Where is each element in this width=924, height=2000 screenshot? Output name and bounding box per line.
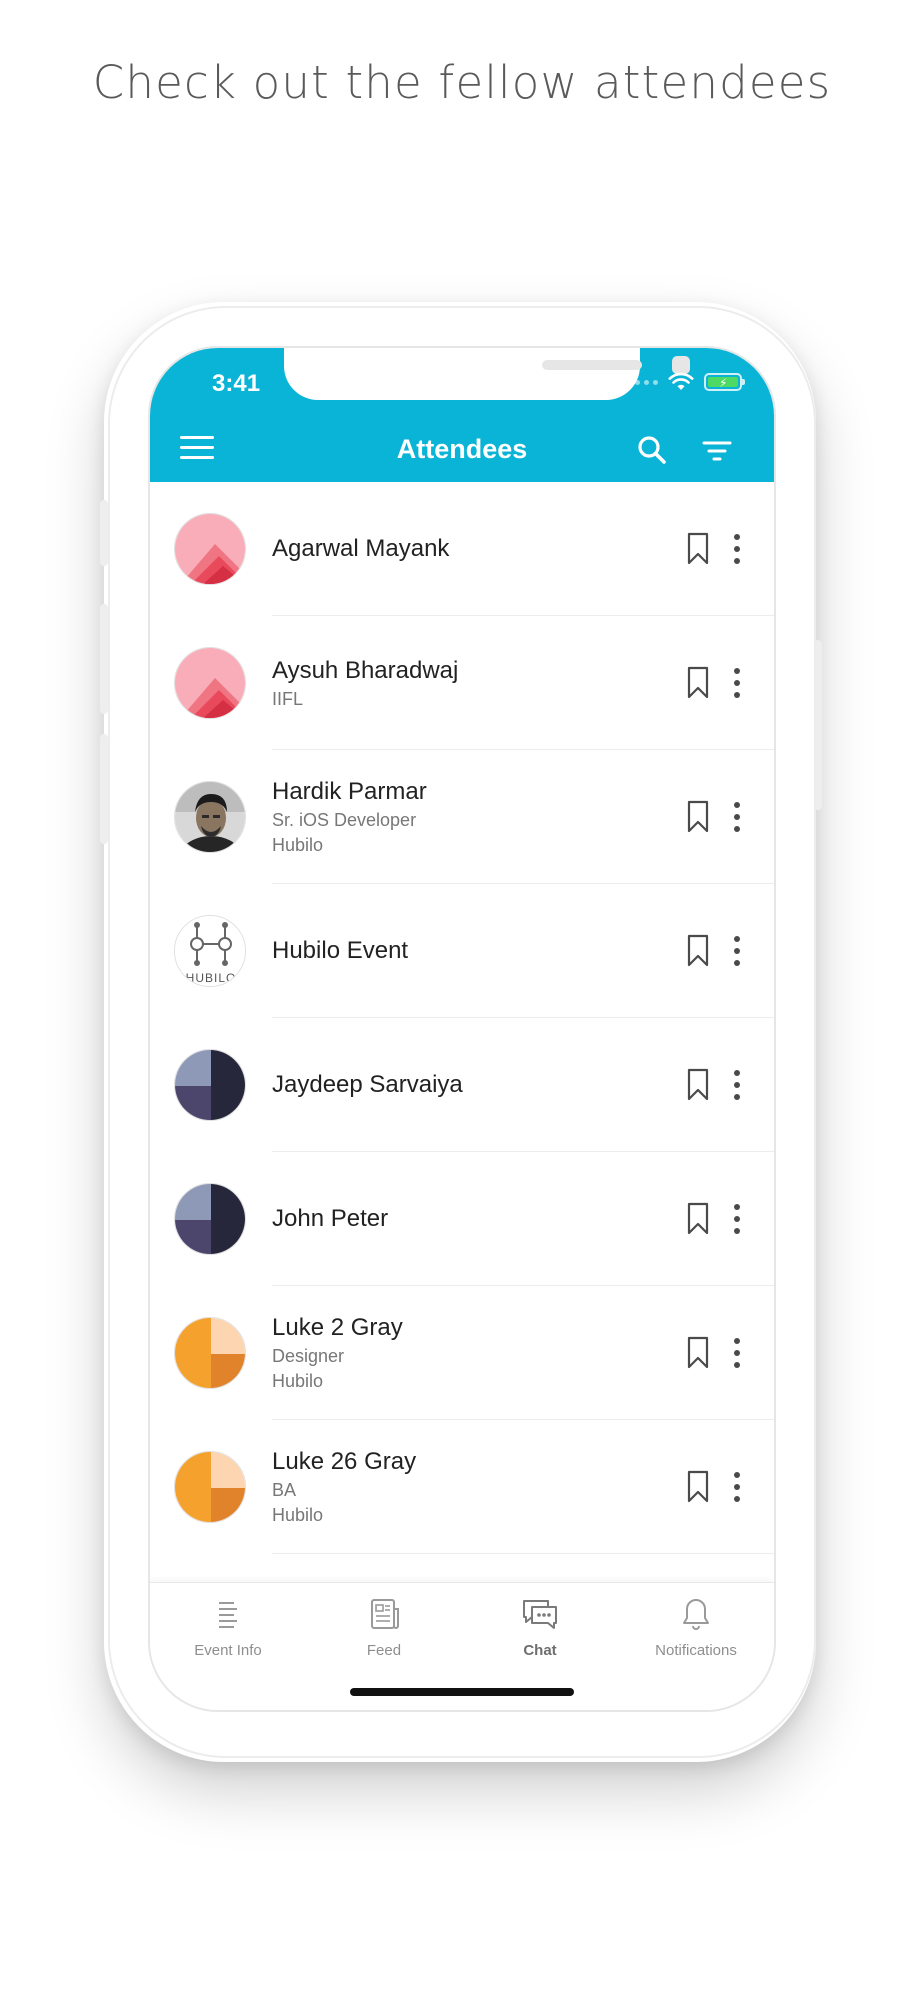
attendee-company: Hubilo: [272, 835, 324, 855]
more-options-icon[interactable]: [730, 1334, 744, 1372]
search-icon: [638, 436, 666, 464]
attendee-company: Hubilo: [272, 1505, 324, 1525]
hubilo-logo-text: HUBILO: [186, 971, 237, 985]
status-indicators: ⚡: [626, 372, 745, 392]
bookmark-icon: [687, 800, 709, 833]
bell-icon: [683, 1599, 709, 1630]
attendee-row[interactable]: Aysuh Bharadwaj IIFL: [150, 616, 774, 750]
attendee-name: John Peter: [272, 1205, 389, 1232]
tab-chat[interactable]: Chat: [462, 1597, 618, 1659]
app-bar-title: Attendees: [396, 434, 528, 464]
bookmark-icon: [687, 532, 709, 565]
attendee-row[interactable]: Luke 26 Gray BA Hubilo: [150, 1420, 774, 1554]
bookmark-button[interactable]: [686, 1336, 710, 1370]
attendee-list: Agarwal Mayank Aysuh Bharadwaj IIFL Hard…: [150, 482, 774, 1554]
chat-bubbles-icon: [523, 1600, 557, 1629]
more-options-icon[interactable]: [730, 530, 744, 568]
attendee-designation: Sr. iOS Developer: [272, 810, 417, 830]
attendee-name: Luke 2 Gray: [272, 1314, 403, 1341]
app-bar: Attendees: [150, 420, 774, 482]
more-options-icon[interactable]: [730, 1468, 744, 1506]
photo-avatar: [174, 781, 246, 853]
more-options-icon[interactable]: [730, 664, 744, 702]
phone-notch: [284, 348, 690, 400]
attendee-designation: BA: [272, 1480, 297, 1500]
attendee-info: Jaydeep Sarvaiya: [272, 1018, 652, 1152]
tab-label: Chat: [523, 1642, 557, 1659]
pink-mountain-avatar: [174, 647, 246, 719]
bookmark-button[interactable]: [686, 1470, 710, 1504]
page-headline: Check out the fellow attendees: [92, 56, 832, 109]
attendee-name: Jaydeep Sarvaiya: [272, 1071, 463, 1098]
phone-volume-down: [100, 734, 108, 844]
bookmark-icon: [687, 1202, 709, 1235]
bookmark-icon: [687, 1068, 709, 1101]
orange-quadrant-avatar: [174, 1451, 246, 1523]
attendee-info: Agarwal Mayank: [272, 482, 652, 616]
bookmark-button[interactable]: [686, 1068, 710, 1102]
attendee-name: Hardik Parmar: [272, 778, 427, 805]
attendee-row[interactable]: John Peter: [150, 1152, 774, 1286]
search-button[interactable]: [636, 434, 670, 468]
filter-button[interactable]: [700, 434, 734, 468]
orange-quadrant-avatar: [174, 1317, 246, 1389]
bookmark-icon: [687, 1470, 709, 1503]
phone-volume-up: [100, 604, 108, 714]
filter-icon: [702, 441, 732, 461]
more-options-icon[interactable]: [730, 1066, 744, 1104]
hubilo-logo-avatar: HUBILO: [174, 915, 246, 987]
bookmark-button[interactable]: [686, 666, 710, 700]
attendee-name: Hubilo Event: [272, 937, 409, 964]
bookmark-icon: [687, 934, 709, 967]
status-time: 3:41: [212, 370, 261, 397]
attendee-info: Hardik Parmar Sr. iOS Developer Hubilo: [272, 750, 652, 884]
attendee-name: Luke 26 Gray: [272, 1448, 417, 1475]
wifi-icon: [668, 372, 694, 390]
tab-notifications[interactable]: Notifications: [618, 1597, 774, 1659]
bookmark-button[interactable]: [686, 1202, 710, 1236]
phone-mute-switch: [100, 500, 108, 566]
more-options-icon[interactable]: [730, 932, 744, 970]
attendee-row[interactable]: Luke 2 Gray Designer Hubilo: [150, 1286, 774, 1420]
newspaper-icon: [371, 1599, 399, 1629]
phone-screen: 3:41 ⚡ Attendees Agarwal Mayank Aysuh Bh…: [148, 346, 776, 1712]
app-header: 3:41 ⚡ Attendees: [150, 348, 774, 482]
navy-quadrant-avatar: [174, 1183, 246, 1255]
bookmark-button[interactable]: [686, 934, 710, 968]
battery-icon: ⚡: [704, 373, 745, 391]
attendee-row[interactable]: Agarwal Mayank: [150, 482, 774, 616]
more-options-icon[interactable]: [730, 1200, 744, 1238]
attendee-info: John Peter: [272, 1152, 652, 1286]
navy-quadrant-avatar: [174, 1049, 246, 1121]
attendee-info: Luke 26 Gray BA Hubilo: [272, 1420, 652, 1554]
attendee-designation: Designer: [272, 1346, 345, 1366]
attendee-row[interactable]: Hardik Parmar Sr. iOS Developer Hubilo: [150, 750, 774, 884]
signal-dots-icon: [626, 379, 658, 385]
more-options-icon[interactable]: [730, 798, 744, 836]
bookmark-icon: [687, 666, 709, 699]
tab-event-info[interactable]: Event Info: [150, 1597, 306, 1659]
attendee-company: Hubilo: [272, 1371, 324, 1391]
attendee-company: IIFL: [272, 688, 304, 709]
bookmark-button[interactable]: [686, 800, 710, 834]
notch-speaker: [542, 360, 642, 370]
home-indicator[interactable]: [350, 1688, 574, 1696]
document-lines-icon: [219, 1602, 237, 1628]
pink-mountain-avatar: [174, 513, 246, 585]
attendee-row[interactable]: HUBILO Hubilo Event: [150, 884, 774, 1018]
attendee-info: Aysuh Bharadwaj IIFL: [272, 616, 652, 750]
attendee-name: Agarwal Mayank: [272, 535, 450, 562]
bookmark-icon: [687, 1336, 709, 1369]
attendee-name: Aysuh Bharadwaj: [272, 656, 459, 684]
attendee-row[interactable]: Jaydeep Sarvaiya: [150, 1018, 774, 1152]
bookmark-button[interactable]: [686, 532, 710, 566]
attendee-info: Hubilo Event: [272, 884, 652, 1018]
tab-label: Feed: [366, 1642, 402, 1659]
tab-feed[interactable]: Feed: [306, 1597, 462, 1659]
tab-label: Event Info: [194, 1642, 262, 1659]
tab-label: Notifications: [655, 1642, 737, 1659]
attendee-info: Luke 2 Gray Designer Hubilo: [272, 1286, 652, 1420]
